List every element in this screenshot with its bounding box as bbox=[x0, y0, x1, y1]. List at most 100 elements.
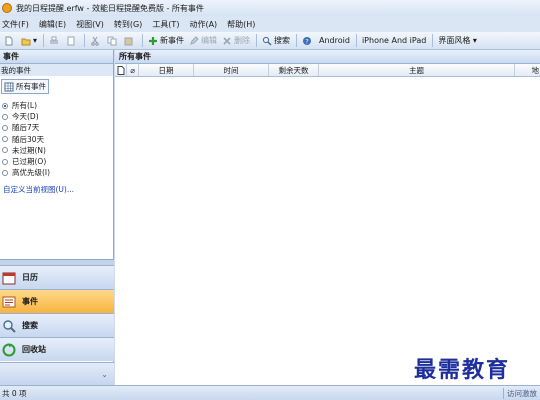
nav-recycle-label: 回收站 bbox=[22, 345, 46, 354]
toolbar-separator bbox=[84, 34, 86, 47]
item-count: 共 0 项 bbox=[2, 388, 27, 398]
new-file-icon bbox=[5, 36, 13, 45]
my-events-subheader: 我的事件 bbox=[0, 64, 113, 76]
filter-radio-high-priority[interactable]: 高优先级(I) bbox=[0, 167, 113, 178]
filter-label: 随后7天 bbox=[12, 123, 40, 133]
menu-tools[interactable]: 工具(T) bbox=[152, 19, 179, 30]
column-subject[interactable]: 主题 bbox=[319, 64, 515, 76]
recycle-icon bbox=[2, 343, 16, 356]
open-folder-icon bbox=[21, 38, 31, 45]
print-preview-icon bbox=[67, 36, 75, 45]
nav-footer: ⌄ bbox=[0, 362, 114, 385]
theme-dropdown[interactable]: 界面风格 ▾ bbox=[436, 33, 479, 49]
all-events-button[interactable]: 所有事件 bbox=[1, 79, 49, 94]
svg-text:?: ? bbox=[305, 37, 308, 45]
document-icon bbox=[117, 65, 124, 75]
menu-bar: 文件(F) 编辑(E) 视图(V) 转到(G) 工具(T) 动作(A) 帮助(H… bbox=[0, 16, 540, 32]
cut-button[interactable] bbox=[88, 33, 104, 49]
toolbar-separator bbox=[43, 34, 45, 47]
column-type[interactable] bbox=[115, 64, 127, 76]
copy-button[interactable] bbox=[105, 33, 121, 49]
print-preview-button[interactable] bbox=[64, 33, 80, 49]
chevron-down-icon[interactable]: ⌄ bbox=[101, 370, 108, 379]
search-button[interactable]: 搜索 bbox=[260, 33, 292, 49]
delete-icon bbox=[223, 36, 231, 45]
radio-icon bbox=[2, 102, 8, 109]
calendar-grid-icon bbox=[4, 82, 14, 91]
search-icon bbox=[262, 36, 272, 46]
filter-radio-next-7-days[interactable]: 随后7天 bbox=[0, 122, 113, 133]
column-time[interactable]: 时间 bbox=[194, 64, 269, 76]
android-button[interactable]: Android bbox=[317, 33, 352, 49]
status-right-text: 访问激放 bbox=[503, 388, 540, 399]
nav-calendar-button[interactable]: 日历 bbox=[0, 265, 114, 289]
help-button[interactable]: ? bbox=[300, 33, 316, 49]
calendar-icon bbox=[2, 272, 16, 284]
filter-radio-expired[interactable]: 已过期(O) bbox=[0, 156, 113, 167]
new-event-label: 新事件 bbox=[160, 36, 185, 45]
toolbar-separator bbox=[432, 34, 434, 47]
menu-action[interactable]: 动作(A) bbox=[189, 19, 217, 30]
iphone-label: iPhone And iPad bbox=[361, 36, 427, 45]
edit-button[interactable]: 编辑 bbox=[187, 33, 219, 49]
events-panel: 所有事件 ⌀ 日期 时间 剩余天数 主题 地 bbox=[115, 50, 540, 385]
app-icon bbox=[2, 3, 12, 13]
iphone-button[interactable]: iPhone And iPad bbox=[360, 33, 428, 49]
filter-radio-next-30-days[interactable]: 随后30天 bbox=[0, 134, 113, 145]
menu-file[interactable]: 文件(F) bbox=[2, 19, 29, 30]
radio-icon bbox=[2, 147, 8, 154]
copy-icon bbox=[107, 36, 117, 45]
column-date[interactable]: 日期 bbox=[139, 64, 194, 76]
filter-radio-all[interactable]: 所有(L) bbox=[0, 100, 113, 111]
toolbar-separator bbox=[296, 34, 298, 47]
plus-icon bbox=[149, 36, 158, 45]
column-days-left[interactable]: 剩余天数 bbox=[269, 64, 319, 76]
column-attachment[interactable]: ⌀ bbox=[127, 64, 139, 76]
status-bar: 共 0 项 访问激放 bbox=[0, 385, 540, 400]
radio-icon bbox=[2, 124, 8, 131]
filter-radio-not-expired[interactable]: 未过期(N) bbox=[0, 145, 113, 156]
edit-label: 编辑 bbox=[201, 36, 218, 45]
menu-edit[interactable]: 编辑(E) bbox=[39, 19, 66, 30]
all-events-row: 所有事件 bbox=[0, 79, 113, 94]
radio-icon bbox=[2, 136, 8, 143]
nav-search-button[interactable]: 搜索 bbox=[0, 313, 114, 337]
menu-help[interactable]: 帮助(H) bbox=[227, 19, 255, 30]
menu-goto[interactable]: 转到(G) bbox=[114, 19, 142, 30]
paste-icon bbox=[124, 37, 133, 45]
filter-label: 随后30天 bbox=[12, 134, 45, 144]
radio-icon bbox=[2, 113, 8, 120]
paste-button[interactable] bbox=[122, 33, 138, 49]
filter-label: 未过期(N) bbox=[12, 145, 46, 155]
radio-icon bbox=[2, 158, 8, 165]
nav-events-label: 事件 bbox=[22, 297, 38, 306]
window-title: 我的日程提醒.erfw - 效能日程提醒免费版 - 所有事件 bbox=[16, 3, 204, 13]
filter-list: 所有(L) 今天(D) 随后7天 随后30天 未过期(N) 已过期(O) 高优先… bbox=[0, 100, 113, 178]
print-button[interactable] bbox=[47, 33, 63, 49]
nav-events-button[interactable]: 事件 bbox=[0, 289, 114, 313]
help-icon: ? bbox=[303, 36, 312, 45]
custom-view-link[interactable]: 自定义当前视图(U)... bbox=[0, 184, 113, 195]
edit-icon bbox=[190, 35, 199, 45]
nav-calendar-label: 日历 bbox=[22, 273, 38, 282]
cut-icon bbox=[91, 36, 99, 46]
all-events-label: 所有事件 bbox=[16, 82, 46, 91]
events-panel-header: 所有事件 bbox=[115, 50, 540, 64]
filter-radio-today[interactable]: 今天(D) bbox=[0, 111, 113, 122]
open-button[interactable]: ▾ bbox=[19, 33, 39, 49]
new-file-button[interactable] bbox=[2, 33, 18, 49]
events-icon bbox=[2, 296, 16, 307]
column-location[interactable]: 地 bbox=[515, 64, 540, 76]
chevron-down-icon: ▾ bbox=[470, 36, 477, 45]
nav-recycle-button[interactable]: 回收站 bbox=[0, 337, 114, 361]
chevron-down-icon: ▾ bbox=[33, 36, 38, 45]
toolbar: ▾ 新事件 编辑 删除 搜索 ? Android iPhone And iPad bbox=[0, 32, 540, 50]
menu-view[interactable]: 视图(V) bbox=[76, 19, 104, 30]
title-bar: 我的日程提醒.erfw - 效能日程提醒免费版 - 所有事件 bbox=[0, 0, 540, 16]
delete-button[interactable]: 删除 bbox=[220, 33, 252, 49]
new-event-button[interactable]: 新事件 bbox=[146, 33, 186, 49]
toolbar-separator bbox=[355, 34, 357, 47]
magnifier-icon bbox=[3, 319, 16, 333]
filter-label: 今天(D) bbox=[12, 112, 39, 122]
watermark-text: 最需教育 bbox=[414, 357, 511, 383]
